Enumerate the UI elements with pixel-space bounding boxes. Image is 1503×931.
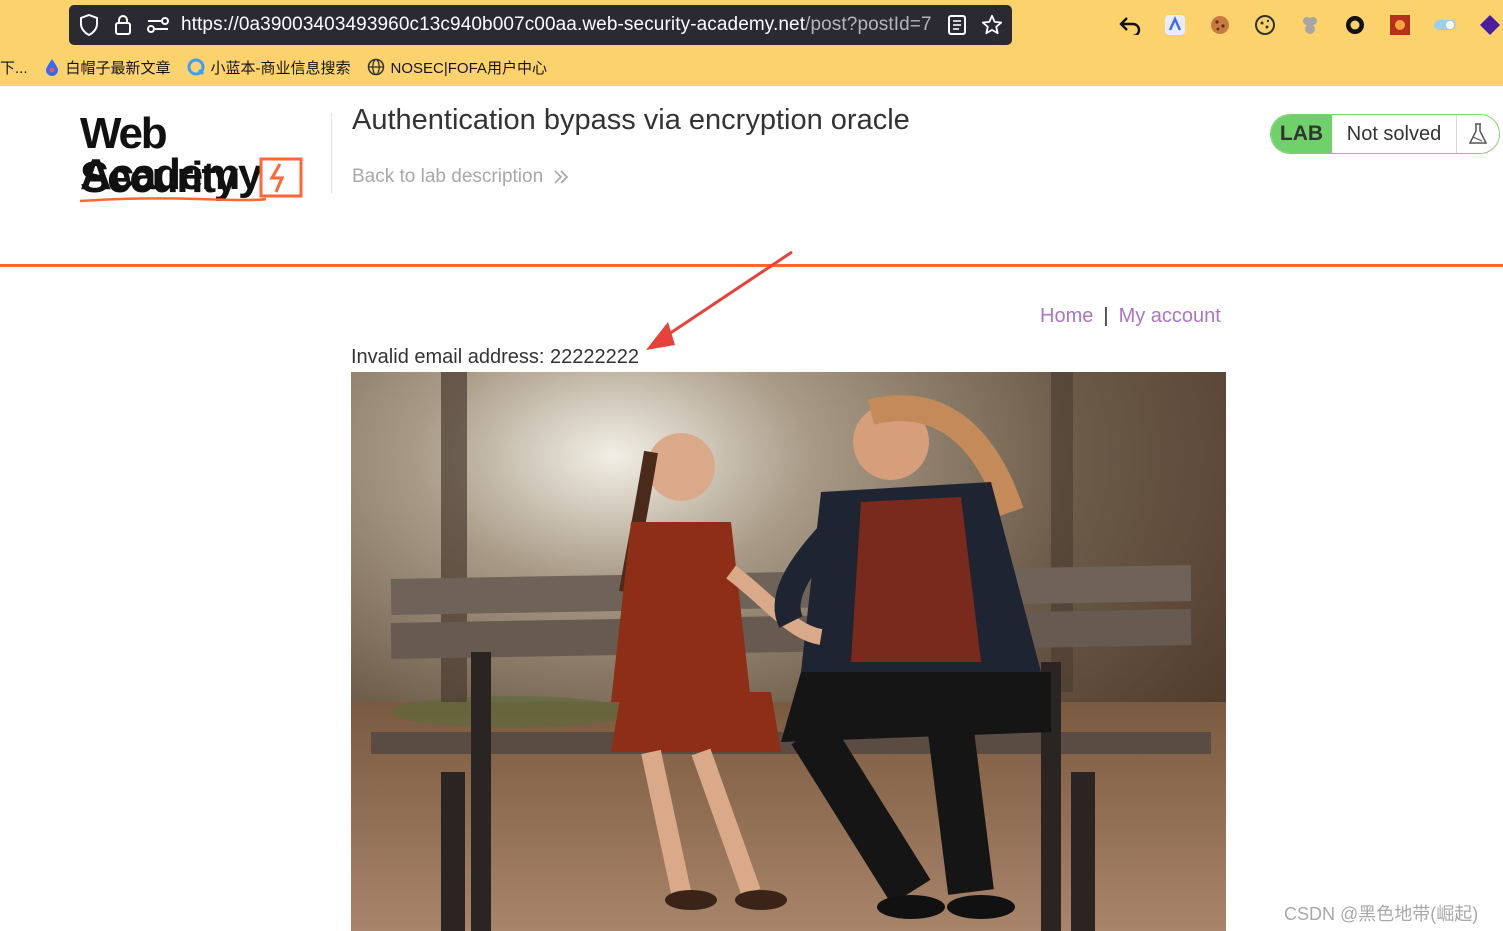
nav-home-link[interactable]: Home <box>1040 305 1093 328</box>
double-chevron-right-icon <box>554 170 569 184</box>
browser-toolbar: https://0a39003403493960c13c940b007c00aa… <box>0 0 1503 86</box>
permissions-icon[interactable] <box>146 13 170 37</box>
lab-status-badge: LAB Not solved <box>1270 114 1500 154</box>
logo-text-line2: Academy <box>80 150 262 199</box>
header-separator <box>0 264 1503 267</box>
blog-post-image <box>351 372 1226 931</box>
top-nav: Home | My account <box>1040 305 1221 328</box>
url-text[interactable]: https://0a39003403493960c13c940b007c00aa… <box>181 14 932 36</box>
bookmark-label: 小蓝本-商业信息搜索 <box>210 59 351 77</box>
nav-my-account-link[interactable]: My account <box>1119 305 1221 328</box>
extensions-toolbar <box>1118 10 1502 40</box>
bookmark-star-icon[interactable] <box>980 13 1004 37</box>
csdn-watermark: CSDN @黑色地带(崛起) <box>1284 904 1479 924</box>
bookmark-item[interactable]: 下... <box>0 57 28 78</box>
q-icon <box>187 58 205 76</box>
logo-bolt-icon <box>259 157 303 198</box>
globe-icon <box>367 58 384 76</box>
header-divider <box>331 113 332 193</box>
bookmark-label: 白帽子最新文章 <box>65 59 171 77</box>
bookmark-item[interactable]: NOSEC|FOFA用户中心 <box>367 57 547 78</box>
url-host: https://0a39003403493960c13c940b007c00aa… <box>181 14 806 35</box>
cookie-editor-icon[interactable] <box>1253 13 1277 37</box>
bookmark-item[interactable]: 小蓝本-商业信息搜索 <box>187 57 351 78</box>
web-security-academy-logo[interactable]: Web Security Academy <box>78 112 328 204</box>
toggle-icon[interactable] <box>1433 13 1457 37</box>
url-path: /post?postId=7 <box>805 14 932 35</box>
sun-icon[interactable] <box>1388 13 1412 37</box>
bookmark-item[interactable]: 白帽子最新文章 <box>44 57 171 78</box>
lab-status-text: Not solved <box>1332 115 1456 153</box>
back-to-lab-link[interactable]: Back to lab description <box>352 166 569 188</box>
circle-icon[interactable] <box>1343 13 1367 37</box>
logo-underline <box>79 197 267 203</box>
drop-icon <box>45 59 58 76</box>
lab-title: Authentication bypass via encryption ora… <box>352 104 910 136</box>
lab-label: LAB <box>1271 115 1332 153</box>
lock-icon[interactable] <box>111 13 135 37</box>
address-bar[interactable]: https://0a39003403493960c13c940b007c00aa… <box>69 5 1012 45</box>
bookmarks-bar: 下... 白帽子最新文章 小蓝本-商业信息搜索 NOSEC|FOFA用户中心 <box>0 52 563 82</box>
cookie-icon[interactable] <box>1208 13 1232 37</box>
diamond-icon[interactable] <box>1478 13 1502 37</box>
flask-icon <box>1456 115 1499 153</box>
puzzle-icon[interactable] <box>1298 13 1322 37</box>
bookmark-label: NOSEC|FOFA用户中心 <box>390 59 547 77</box>
kimi-icon[interactable] <box>1163 13 1187 37</box>
bookmark-label: 下... <box>0 59 28 77</box>
shield-icon[interactable] <box>77 13 101 37</box>
error-message: Invalid email address: 22222222 <box>351 346 639 368</box>
back-link-label: Back to lab description <box>352 166 544 187</box>
nav-separator: | <box>1103 305 1109 327</box>
back-arrow-icon[interactable] <box>1118 13 1142 37</box>
reader-view-icon[interactable] <box>945 13 969 37</box>
